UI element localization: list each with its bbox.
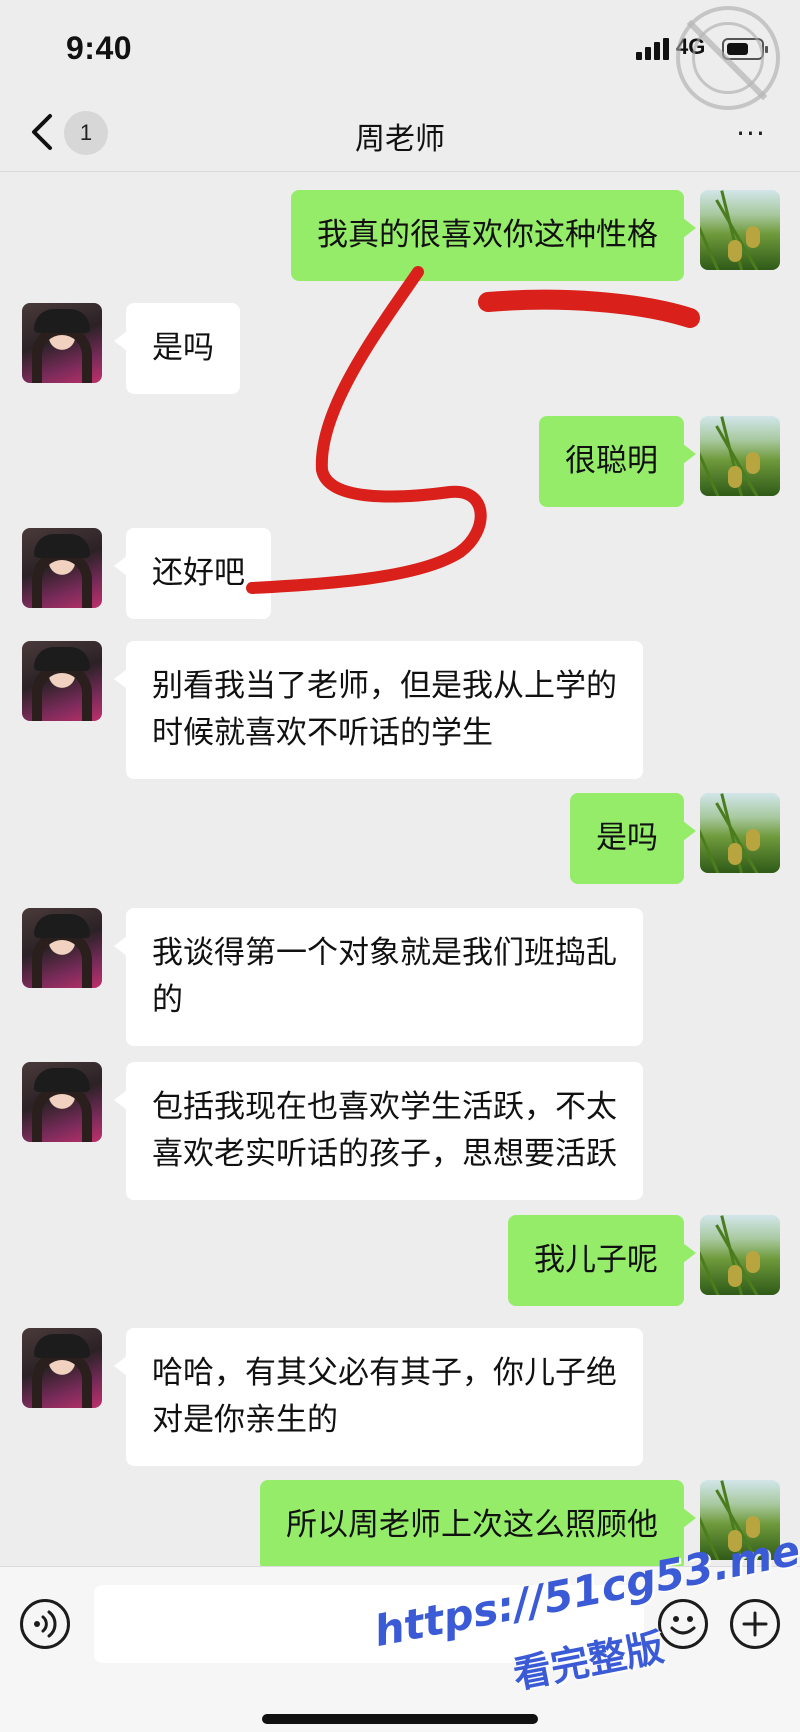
message-bubble-sent[interactable]: 很聪明 [539, 416, 696, 507]
message-row-sent: 很聪明 [0, 416, 800, 507]
message-bubble-sent[interactable]: 我真的很喜欢你这种性格 [291, 190, 696, 281]
contact-avatar[interactable] [22, 908, 102, 988]
message-row-received: 还好吧 [0, 528, 800, 619]
contact-avatar[interactable] [22, 1062, 102, 1142]
message-row-received: 包括我现在也喜欢学生活跃，不太 喜欢老实听话的孩子，思想要活跃 [0, 1062, 800, 1200]
emoji-button[interactable] [658, 1599, 708, 1649]
message-bubble-received[interactable]: 包括我现在也喜欢学生活跃，不太 喜欢老实听话的孩子，思想要活跃 [114, 1062, 643, 1200]
message-bubble-received[interactable]: 是吗 [114, 303, 240, 394]
message-row-received: 是吗 [0, 303, 800, 394]
message-bubble-received[interactable]: 我谈得第一个对象就是我们班捣乱 的 [114, 908, 643, 1046]
chat-message-list[interactable]: 我真的很喜欢你这种性格 是吗 很聪明 还好吧 别看我当了老师，但是我从上学的 时… [0, 173, 800, 1571]
home-indicator [262, 1714, 538, 1724]
unread-count-badge[interactable]: 1 [64, 111, 108, 155]
watermark-stamp [676, 6, 780, 110]
smiley-icon [670, 1616, 696, 1635]
message-bubble-sent[interactable]: 是吗 [570, 793, 696, 884]
chevron-left-icon [32, 114, 52, 150]
message-bubble-received[interactable]: 还好吧 [114, 528, 271, 619]
my-avatar[interactable] [700, 1215, 780, 1295]
my-avatar[interactable] [700, 190, 780, 270]
signal-strength-icon [636, 38, 670, 60]
message-row-sent: 是吗 [0, 793, 800, 884]
voice-icon [34, 1610, 57, 1638]
voice-input-button[interactable] [20, 1599, 70, 1649]
message-bubble-received[interactable]: 哈哈，有其父必有其子，你儿子绝 对是你亲生的 [114, 1328, 643, 1466]
message-bubble-received[interactable]: 别看我当了老师，但是我从上学的 时候就喜欢不听话的学生 [114, 641, 643, 779]
message-bubble-sent[interactable]: 所以周老师上次这么照顾他 [260, 1480, 696, 1571]
message-row-received: 别看我当了老师，但是我从上学的 时候就喜欢不听话的学生 [0, 641, 800, 779]
message-row-received: 哈哈，有其父必有其子，你儿子绝 对是你亲生的 [0, 1328, 800, 1466]
my-avatar[interactable] [700, 793, 780, 873]
more-options-button[interactable]: ··· [726, 114, 776, 154]
more-functions-button[interactable] [730, 1599, 780, 1649]
contact-avatar[interactable] [22, 303, 102, 383]
back-button[interactable] [26, 108, 60, 156]
message-row-sent: 我真的很喜欢你这种性格 [0, 190, 800, 290]
chat-title: 周老师 [355, 122, 445, 157]
message-row-sent: 我儿子呢 [0, 1215, 800, 1306]
my-avatar[interactable] [700, 416, 780, 496]
message-bubble-sent[interactable]: 我儿子呢 [508, 1215, 696, 1306]
status-time: 9:40 [66, 30, 133, 66]
contact-avatar[interactable] [22, 528, 102, 608]
chat-header: 1 周老师 ··· [0, 96, 800, 172]
message-row-received: 我谈得第一个对象就是我们班捣乱 的 [0, 908, 800, 1046]
plus-icon [742, 1611, 768, 1637]
contact-avatar[interactable] [22, 641, 102, 721]
contact-avatar[interactable] [22, 1328, 102, 1408]
